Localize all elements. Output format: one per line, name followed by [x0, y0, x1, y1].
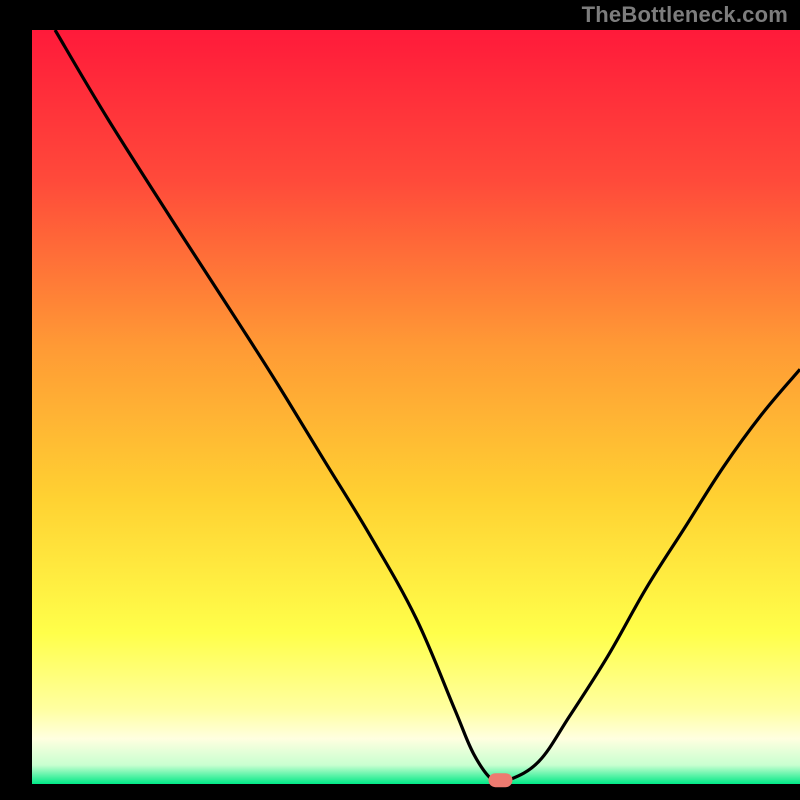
optimum-marker [488, 773, 512, 787]
bottleneck-chart [0, 0, 800, 800]
chart-container: TheBottleneck.com [0, 0, 800, 800]
gradient-background [32, 30, 800, 784]
watermark-text: TheBottleneck.com [582, 2, 788, 28]
